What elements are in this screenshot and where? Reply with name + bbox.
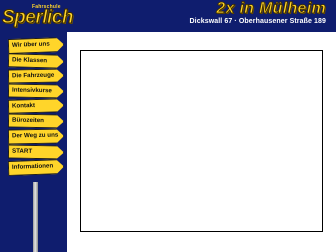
nav-sign-intensivkurse[interactable]: Intensivkurse	[8, 84, 64, 99]
nav-sign-label: Wir über uns	[11, 40, 50, 50]
address-line: Dickswall 67 · Oberhausener Straße 189	[189, 18, 326, 25]
nav-sign-label: Kontakt	[11, 101, 36, 110]
nav-sign-wir-ueber-uns[interactable]: Wir über uns	[8, 37, 64, 54]
logo-text: Sperlich	[2, 7, 74, 29]
nav-sign-label: Bürozeiten	[11, 116, 45, 124]
nav-sign-die-klassen[interactable]: Die Klassen	[8, 53, 64, 68]
nav-sign-die-fahrzeuge[interactable]: Die Fahrzeuge	[8, 69, 64, 84]
signpost-pole	[33, 182, 38, 252]
nav-sign-der-weg-zu-uns[interactable]: Der Weg zu uns	[8, 129, 64, 145]
headline: 2x in Mülheim	[216, 0, 326, 17]
logo[interactable]: Fahrschule Sperlich	[2, 3, 74, 29]
content-frame	[80, 50, 323, 232]
nav-sign-buerozeiten[interactable]: Bürozeiten	[8, 114, 64, 129]
nav-sign-label: Der Weg zu uns	[11, 131, 59, 140]
nav-sign-label: Intensivkurse	[11, 86, 52, 95]
nav-sign-informationen[interactable]: Informationen	[8, 159, 64, 176]
nav-sign-label: Informationen	[11, 162, 54, 172]
nav-sign-label: START	[11, 147, 33, 155]
nav-sign-label: Die Fahrzeuge	[11, 71, 55, 80]
nav-sign-start[interactable]: START	[8, 145, 64, 160]
nav-sign-kontakt[interactable]: Kontakt	[8, 98, 64, 113]
header-bar: Fahrschule Sperlich 2x in Mülheim Dicksw…	[0, 0, 336, 32]
nav-sign-label: Die Klassen	[11, 56, 48, 65]
